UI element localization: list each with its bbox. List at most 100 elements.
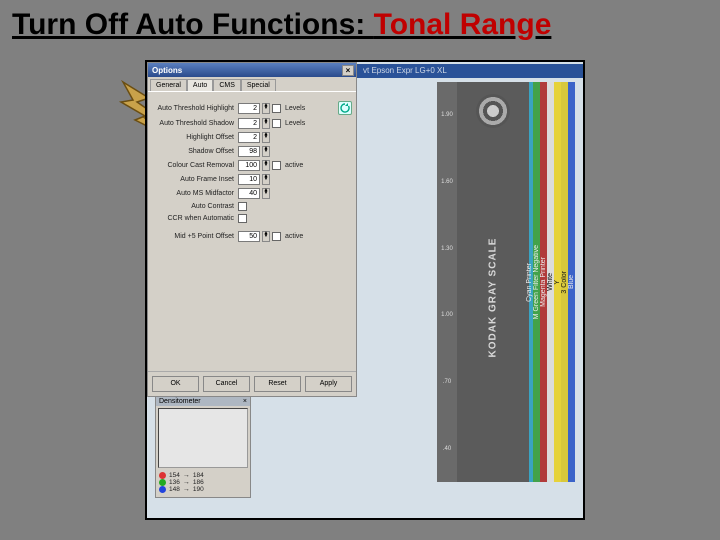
row-ccr-auto: CCR when Automatic <box>152 214 352 223</box>
spinner[interactable]: ▲▼ <box>262 160 270 171</box>
dialog-buttons: OK Cancel Reset Apply <box>148 371 356 396</box>
blue-dot-icon <box>159 486 166 493</box>
row-auto-contrast: Auto Contrast <box>152 202 352 211</box>
ccr-active-checkbox[interactable] <box>272 161 281 170</box>
apply-button[interactable]: Apply <box>305 376 352 392</box>
label: Auto Frame Inset <box>152 176 236 183</box>
label: Shadow Offset <box>152 148 236 155</box>
spinner[interactable]: ▲▼ <box>262 231 270 242</box>
tab-cms[interactable]: CMS <box>213 79 241 91</box>
auto-thresh-sh-input[interactable]: 2 <box>238 118 260 129</box>
densitometer-title[interactable]: Densitometer × <box>156 397 250 406</box>
dialog-tabs: General Auto CMS Special <box>148 77 356 91</box>
r-in: 154 <box>169 472 180 479</box>
tick: 1.30 <box>437 246 457 252</box>
tick: 1.00 <box>437 312 457 318</box>
arrow-icon: → <box>183 486 190 493</box>
midpip-input[interactable]: 50 <box>238 231 260 242</box>
tab-auto[interactable]: Auto <box>187 79 213 91</box>
spinner[interactable]: ▲▼ <box>262 188 270 199</box>
densi-b: 148 → 190 <box>159 486 247 493</box>
close-button[interactable]: × <box>342 65 354 76</box>
spinner[interactable]: ▲▼ <box>262 174 270 185</box>
auto-thresh-hl-input[interactable]: 2 <box>238 103 260 114</box>
strip-blue: Blue <box>568 82 575 482</box>
checkbox-label: active <box>285 233 303 240</box>
checkbox-label: Levels <box>285 120 305 127</box>
slide-title: Turn Off Auto Functions: Tonal Range <box>12 8 551 42</box>
row-midpip: Mid +5 Point Offset 50 ▲▼ active <box>152 231 352 242</box>
reset-auto-icon[interactable] <box>338 101 352 115</box>
tick: .40 <box>437 446 457 452</box>
grayscale-label: KODAK GRAY SCALE <box>488 238 499 358</box>
b-in: 148 <box>169 486 180 493</box>
screenshot-stage: vt Epson Expr LG+0 XL 1.90 1.60 1.30 1.0… <box>145 60 585 520</box>
r-out: 184 <box>193 472 204 479</box>
label: Auto MS Midfactor <box>152 190 236 197</box>
spinner[interactable]: ▲▼ <box>262 146 270 157</box>
ccr-auto-checkbox[interactable] <box>238 214 247 223</box>
densitometer-swatch <box>158 408 248 468</box>
arrow-icon: → <box>183 479 190 486</box>
checkbox-label: Levels <box>285 105 305 112</box>
row-ccr: Colour Cast Removal 100 ▲▼ active <box>152 160 352 171</box>
spinner[interactable]: ▲▼ <box>262 103 270 114</box>
dialog-titlebar[interactable]: Options × <box>148 63 356 77</box>
density-ticks: 1.90 1.60 1.30 1.00 .70 .40 <box>437 82 457 482</box>
label: Auto Contrast <box>152 203 236 210</box>
label: Highlight Offset <box>152 134 236 141</box>
ccr-input[interactable]: 100 <box>238 160 260 171</box>
options-dialog: Options × General Auto CMS Special Auto … <box>147 62 357 397</box>
reset-button[interactable]: Reset <box>254 376 301 392</box>
row-auto-frame: Auto Frame Inset 10 ▲▼ <box>152 174 352 185</box>
densitometer-readout: 154 → 184 136 → 186 148 → 190 <box>156 470 250 497</box>
strip-magenta: Magenta Printer <box>540 82 547 482</box>
densi-r: 154 → 184 <box>159 472 247 479</box>
slide-title-red: Tonal Range <box>374 8 552 41</box>
checkbox-label: active <box>285 162 303 169</box>
label: CCR when Automatic <box>152 215 236 222</box>
g-in: 136 <box>169 479 180 486</box>
grayscale-card: KODAK GRAY SCALE <box>457 82 529 482</box>
levels-sh-checkbox[interactable] <box>272 119 281 128</box>
g-out: 186 <box>193 479 204 486</box>
label: Colour Cast Removal <box>152 162 236 169</box>
red-dot-icon <box>159 472 166 479</box>
row-auto-thresh-hl: Auto Threshold Highlight 2 ▲▼ Levels <box>152 101 352 115</box>
slide-title-black: Turn Off Auto Functions: <box>12 8 374 41</box>
hl-offset-input[interactable]: 2 <box>238 132 260 143</box>
color-strip: Blue 3 Color Y White Magenta Printer M G… <box>529 82 575 482</box>
tick: .70 <box>437 379 457 385</box>
row-hl-offset: Highlight Offset 2 ▲▼ <box>152 132 352 143</box>
green-dot-icon <box>159 479 166 486</box>
strip-green: M Green Filter Negative <box>533 82 540 482</box>
tab-general[interactable]: General <box>150 79 187 91</box>
sh-offset-input[interactable]: 98 <box>238 146 260 157</box>
panel-close-icon[interactable]: × <box>243 398 247 405</box>
registration-target-icon <box>476 94 510 128</box>
densitometer-panel[interactable]: Densitometer × 154 → 184 136 → 186 148 →… <box>155 396 251 498</box>
auto-contrast-checkbox[interactable] <box>238 202 247 211</box>
strip-3color: 3 Color <box>561 82 568 482</box>
row-auto-thresh-sh: Auto Threshold Shadow 2 ▲▼ Levels <box>152 118 352 129</box>
spinner[interactable]: ▲▼ <box>262 132 270 143</box>
scan-preview: 1.90 1.60 1.30 1.00 .70 .40 KODAK GRAY S… <box>437 82 575 482</box>
midpip-active-checkbox[interactable] <box>272 232 281 241</box>
dialog-title: Options <box>152 66 182 75</box>
tick: 1.60 <box>437 179 457 185</box>
scanner-window-title: vt Epson Expr LG+0 XL <box>357 64 583 78</box>
label: Auto Threshold Highlight <box>152 105 236 112</box>
densitometer-title-text: Densitometer <box>159 398 201 405</box>
strip-yellow: Y <box>554 82 561 482</box>
levels-hl-checkbox[interactable] <box>272 104 281 113</box>
spinner[interactable]: ▲▼ <box>262 118 270 129</box>
auto-frame-input[interactable]: 10 <box>238 174 260 185</box>
label: Mid +5 Point Offset <box>152 233 236 240</box>
auto-ms-input[interactable]: 40 <box>238 188 260 199</box>
strip-white: White <box>547 82 554 482</box>
ok-button[interactable]: OK <box>152 376 199 392</box>
cancel-button[interactable]: Cancel <box>203 376 250 392</box>
tab-special[interactable]: Special <box>241 79 276 91</box>
densi-g: 136 → 186 <box>159 479 247 486</box>
row-auto-ms: Auto MS Midfactor 40 ▲▼ <box>152 188 352 199</box>
